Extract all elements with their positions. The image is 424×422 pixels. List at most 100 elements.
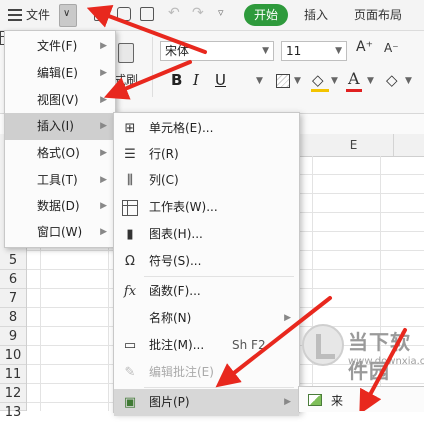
row-header[interactable]: 5 bbox=[0, 251, 26, 270]
menu-item-label: 符号(S)... bbox=[149, 254, 202, 268]
row-header[interactable]: 13 bbox=[0, 403, 26, 420]
menu-item-label: 数据(D) bbox=[37, 199, 80, 213]
menu-item-insert-name[interactable]: 名称(N) ▶ bbox=[114, 305, 299, 332]
menu-item-label: 插入(I) bbox=[37, 119, 74, 133]
menu-item-insert-column[interactable]: ⫼ 列(C) bbox=[114, 167, 299, 194]
menu-item-data[interactable]: 数据(D) ▶ bbox=[5, 193, 115, 220]
menu-item-label: 图片(P) bbox=[149, 395, 190, 409]
row-header[interactable]: 7 bbox=[0, 289, 26, 308]
menu-item-label: 批注(M)... bbox=[149, 338, 205, 352]
menu-item-insert-worksheet[interactable]: 工作表(W)... bbox=[114, 194, 299, 221]
column-header-e[interactable]: E bbox=[314, 134, 394, 156]
menu-divider bbox=[144, 387, 294, 388]
row-header[interactable]: 6 bbox=[0, 270, 26, 289]
file-dropdown-button[interactable]: ∨ bbox=[59, 4, 77, 27]
chevron-right-icon: ▶ bbox=[100, 95, 107, 105]
clear-format-icon[interactable]: ◇ bbox=[386, 71, 398, 89]
bold-button[interactable]: B bbox=[171, 71, 182, 89]
ribbon-divider bbox=[152, 37, 153, 97]
chevron-down-icon[interactable]: ▼ bbox=[294, 76, 301, 86]
column-icon: ⫼ bbox=[127, 173, 133, 188]
watermark-logo bbox=[302, 324, 344, 366]
menu-item-insert-cells[interactable]: ⊞ 单元格(E)... bbox=[114, 115, 299, 142]
menu-item-insert-comment[interactable]: ▭ 批注(M)... Sh F2 bbox=[114, 332, 299, 359]
paint-bucket-icon: ◇ bbox=[312, 71, 324, 89]
chevron-down-icon[interactable]: ▼ bbox=[331, 76, 338, 86]
font-size-select[interactable]: 11 ▼ bbox=[281, 41, 347, 61]
row-header[interactable]: 8 bbox=[0, 308, 26, 327]
font-color-button[interactable]: A bbox=[346, 69, 362, 92]
print-icon[interactable] bbox=[117, 7, 131, 21]
chevron-down-icon[interactable]: ▼ bbox=[256, 76, 263, 86]
underline-button[interactable]: U bbox=[215, 71, 226, 89]
edit-comment-icon: ✎ bbox=[124, 365, 136, 380]
customize-toolbar-icon[interactable]: ▿ bbox=[218, 6, 224, 19]
undo-icon[interactable]: ↶ bbox=[168, 5, 180, 21]
menu-item-window[interactable]: 窗口(W) ▶ bbox=[5, 219, 115, 246]
row-header[interactable]: 11 bbox=[0, 365, 26, 384]
menu-item-insert-symbol[interactable]: Ω 符号(S)... bbox=[114, 248, 299, 275]
row-icon: ☰ bbox=[124, 147, 136, 162]
menu-item-label: 函数(F)... bbox=[149, 284, 201, 298]
row-header[interactable]: 12 bbox=[0, 384, 26, 403]
menu-item-insert-picture[interactable]: ▣ 图片(P) ▶ bbox=[114, 389, 299, 416]
watermark-title: 当下软件园 bbox=[348, 330, 411, 383]
menu-item-label: 编辑批注(E) bbox=[149, 365, 214, 379]
menu-item-label: 图表(H)... bbox=[149, 227, 203, 241]
chevron-right-icon: ▶ bbox=[284, 313, 291, 323]
redo-icon[interactable]: ↷ bbox=[192, 5, 204, 21]
menu-item-edit[interactable]: 编辑(E) ▶ bbox=[5, 60, 115, 87]
increase-font-size-button[interactable]: A⁺ bbox=[356, 39, 373, 55]
decrease-font-size-button[interactable]: A⁻ bbox=[384, 41, 399, 55]
chevron-down-icon: ▼ bbox=[262, 46, 269, 56]
save-icon[interactable] bbox=[94, 7, 108, 21]
menu-item-tools[interactable]: 工具(T) ▶ bbox=[5, 167, 115, 194]
menu-item-format[interactable]: 格式(O) ▶ bbox=[5, 140, 115, 167]
chevron-right-icon: ▶ bbox=[100, 201, 107, 211]
row-header[interactable]: 10 bbox=[0, 346, 26, 365]
image-file-icon bbox=[308, 394, 322, 406]
menu-item-from-file[interactable]: 来 bbox=[331, 392, 343, 409]
chevron-down-icon[interactable]: ▼ bbox=[405, 76, 412, 86]
menu-item-label: 行(R) bbox=[149, 147, 179, 161]
comment-icon: ▭ bbox=[123, 338, 137, 353]
tab-insert[interactable]: 插入 bbox=[304, 4, 328, 26]
chevron-down-icon: ∨ bbox=[63, 8, 71, 19]
cell-style-icon[interactable] bbox=[276, 74, 290, 88]
format-painter-label[interactable]: 式刷 bbox=[114, 71, 138, 88]
menu-item-label: 列(C) bbox=[149, 173, 179, 187]
menu-item-label: 编辑(E) bbox=[37, 66, 78, 80]
chevron-down-icon[interactable]: ▼ bbox=[367, 76, 374, 86]
chevron-down-icon: ▼ bbox=[335, 46, 342, 56]
menu-item-file[interactable]: 文件(F) ▶ bbox=[5, 33, 115, 60]
menu-item-label: 单元格(E)... bbox=[149, 121, 214, 135]
chevron-right-icon: ▶ bbox=[100, 121, 107, 131]
file-menu-button[interactable]: 文件 bbox=[26, 4, 50, 26]
hamburger-menu-icon[interactable] bbox=[8, 4, 22, 26]
menu-item-insert-row[interactable]: ☰ 行(R) bbox=[114, 141, 299, 168]
picture-icon: ▣ bbox=[123, 395, 137, 410]
format-painter-icon[interactable] bbox=[118, 43, 134, 63]
omega-icon: Ω bbox=[125, 254, 135, 269]
fill-color-button[interactable]: ◇ bbox=[311, 71, 329, 92]
print-preview-icon[interactable] bbox=[140, 7, 154, 21]
menu-divider bbox=[144, 276, 294, 277]
fill-color-swatch bbox=[311, 89, 329, 92]
menu-item-insert-chart[interactable]: ▮ 图表(H)... bbox=[114, 221, 299, 248]
tab-page-layout[interactable]: 页面布局 bbox=[354, 4, 402, 26]
menu-item-view[interactable]: 视图(V) ▶ bbox=[5, 87, 115, 114]
font-name-value: 宋体 bbox=[165, 44, 190, 58]
file-dropdown-menu: 文件(F) ▶ 编辑(E) ▶ 视图(V) ▶ 插入(I) ▶ 格式(O) ▶ … bbox=[4, 30, 116, 248]
watermark-url: www.downxia.com bbox=[348, 356, 424, 367]
menu-item-label: 格式(O) bbox=[37, 146, 80, 160]
row-header[interactable]: 9 bbox=[0, 327, 26, 346]
font-color-swatch bbox=[346, 89, 362, 92]
tab-start[interactable]: 开始 bbox=[244, 4, 288, 26]
chevron-right-icon: ▶ bbox=[100, 41, 107, 51]
chevron-right-icon: ▶ bbox=[100, 148, 107, 158]
menu-item-insert-function[interactable]: fx 函数(F)... bbox=[114, 278, 299, 305]
italic-button[interactable]: I bbox=[193, 71, 199, 89]
menu-item-insert[interactable]: 插入(I) ▶ bbox=[5, 113, 115, 140]
font-name-select[interactable]: 宋体 ▼ bbox=[160, 41, 274, 61]
font-color-icon: A bbox=[348, 69, 360, 88]
